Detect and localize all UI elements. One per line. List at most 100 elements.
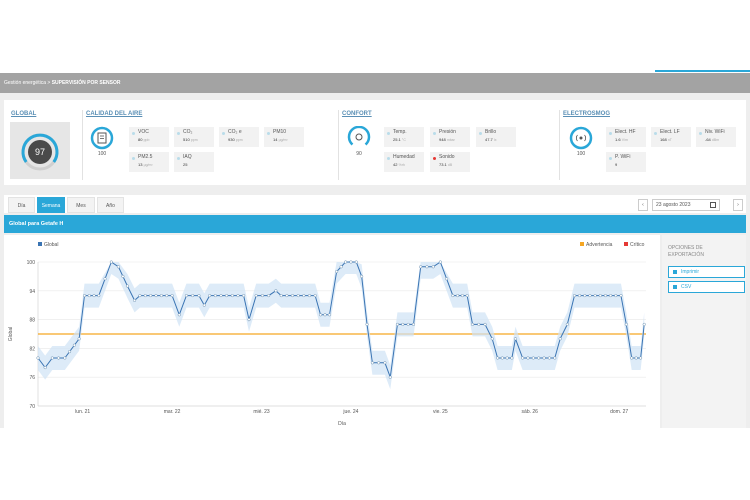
status-dot <box>177 132 180 135</box>
data-point <box>360 274 364 278</box>
air-quality-title[interactable]: CALIDAD DEL AIRE <box>86 111 142 117</box>
tab-3[interactable]: Año <box>97 197 124 213</box>
data-point <box>242 294 246 298</box>
chart-header: Global para Getafe H <box>4 215 746 233</box>
sensor-label: Presión <box>439 129 456 135</box>
date-next-button[interactable]: › <box>733 199 743 211</box>
data-point <box>377 361 381 365</box>
export-panel: OPCIONES DE EXPORTACIÓN Imprimir CSV <box>662 235 746 428</box>
sensor-tile[interactable]: VOC 80 ppb <box>129 127 169 147</box>
data-point <box>470 322 475 326</box>
data-point <box>43 366 47 370</box>
sensor-unit: V/m <box>621 138 628 142</box>
sensor-tile[interactable]: P. WiFi 9 <box>606 152 646 172</box>
global-gauge-box: 97 <box>10 122 70 179</box>
data-point <box>609 294 613 298</box>
data-point <box>465 294 469 298</box>
sensor-value: 73.1 <box>439 162 447 167</box>
sensor-unit: ppb <box>143 138 150 142</box>
y-tick-label: 100 <box>27 260 36 266</box>
status-dot <box>387 132 390 135</box>
breadcrumb-root[interactable]: Gestión energética <box>4 80 46 86</box>
sensor-tile[interactable]: PM2.5 13 µg/m³ <box>129 152 169 172</box>
sensor-tile[interactable]: PM10 14 µg/m³ <box>264 127 304 147</box>
data-point <box>419 265 423 269</box>
legend-swatch <box>624 242 628 246</box>
data-point <box>388 375 392 379</box>
sensor-tile[interactable]: Temp. 25.1 °C <box>384 127 424 147</box>
data-point <box>425 265 429 269</box>
data-point <box>254 294 258 298</box>
electrosmog-score: 100 <box>576 151 586 157</box>
data-point <box>202 303 206 307</box>
sensor-value-line: -64 dBm <box>705 137 733 142</box>
data-point <box>267 294 271 298</box>
csv-button[interactable]: CSV <box>668 281 745 293</box>
sensor-value: 47.7 <box>485 137 493 142</box>
sensor-value-line: 14 µg/m³ <box>273 137 301 142</box>
data-point <box>219 294 223 298</box>
data-point <box>349 260 353 264</box>
tab-1[interactable]: Semana <box>37 197 65 213</box>
sensor-value: 9 <box>615 162 618 167</box>
data-point <box>354 260 358 264</box>
sensor-value: 1.6 <box>615 137 621 142</box>
tab-0[interactable]: Día <box>8 197 35 213</box>
data-point <box>313 294 317 298</box>
data-point <box>598 294 602 298</box>
sensor-tile[interactable]: Elect. HF 1.6 V/m <box>606 127 646 147</box>
sensor-tile[interactable]: Sonido 73.1 dB <box>430 152 470 172</box>
status-dot <box>267 132 270 135</box>
data-point <box>603 294 608 298</box>
data-point <box>578 294 582 298</box>
sensor-label: CO₂ e <box>228 129 242 135</box>
legend-label: Crítico <box>630 242 645 248</box>
sensor-value: 948 <box>439 137 446 142</box>
data-point <box>401 322 405 326</box>
x-tick-label: jue. 24 <box>342 409 358 415</box>
calendar-icon[interactable] <box>710 202 716 208</box>
sensor-tile[interactable]: Niv. WiFi -64 dBm <box>696 127 736 147</box>
data-point <box>339 265 343 269</box>
sensor-tile[interactable]: Humedad 42 %rh <box>384 152 424 172</box>
data-point <box>247 318 251 322</box>
data-point <box>411 322 416 326</box>
status-dot <box>433 132 436 135</box>
status-dot <box>222 132 225 135</box>
legend-swatch <box>580 242 584 246</box>
data-point <box>553 356 557 360</box>
tab-2[interactable]: Mes <box>67 197 95 213</box>
data-point <box>639 356 643 360</box>
status-dot <box>609 132 612 135</box>
sensor-unit: ppm <box>190 138 198 142</box>
data-point <box>395 322 399 326</box>
print-button[interactable]: Imprimir <box>668 266 745 278</box>
sensor-tile[interactable]: Brillo 47.7 lx <box>476 127 516 147</box>
data-point <box>537 356 541 360</box>
sensor-tile[interactable]: CO₂ e 930 ppm <box>219 127 259 147</box>
electrosmog-title[interactable]: ELECTROSMOG <box>563 111 610 117</box>
data-point <box>630 356 634 360</box>
data-point <box>72 343 76 347</box>
sensor-value-line: 948 mbar <box>439 137 467 142</box>
sensor-tile[interactable]: IAQ 25 <box>174 152 214 172</box>
y-axis-label: Global <box>8 327 14 341</box>
legend-swatch <box>38 242 42 246</box>
data-point <box>547 356 551 360</box>
date-field[interactable]: 23 agosto 2023 <box>652 199 720 211</box>
data-point <box>593 294 597 298</box>
date-prev-button[interactable]: ‹ <box>638 199 648 211</box>
global-title[interactable]: GLOBAL <box>11 111 36 117</box>
sensor-unit: µg/m³ <box>143 163 153 167</box>
data-point <box>431 265 435 269</box>
comfort-title[interactable]: CONFORT <box>342 111 372 117</box>
data-point <box>154 294 158 298</box>
sensor-tile[interactable]: Elect. LF 168 nT <box>651 127 691 147</box>
data-point <box>125 284 129 288</box>
legend-label: Advertencia <box>586 242 613 248</box>
data-point <box>92 294 96 298</box>
sensor-tile[interactable]: CO₂ 510 ppm <box>174 127 214 147</box>
data-point <box>159 294 163 298</box>
status-dot <box>387 157 390 160</box>
sensor-tile[interactable]: Presión 948 mbar <box>430 127 470 147</box>
